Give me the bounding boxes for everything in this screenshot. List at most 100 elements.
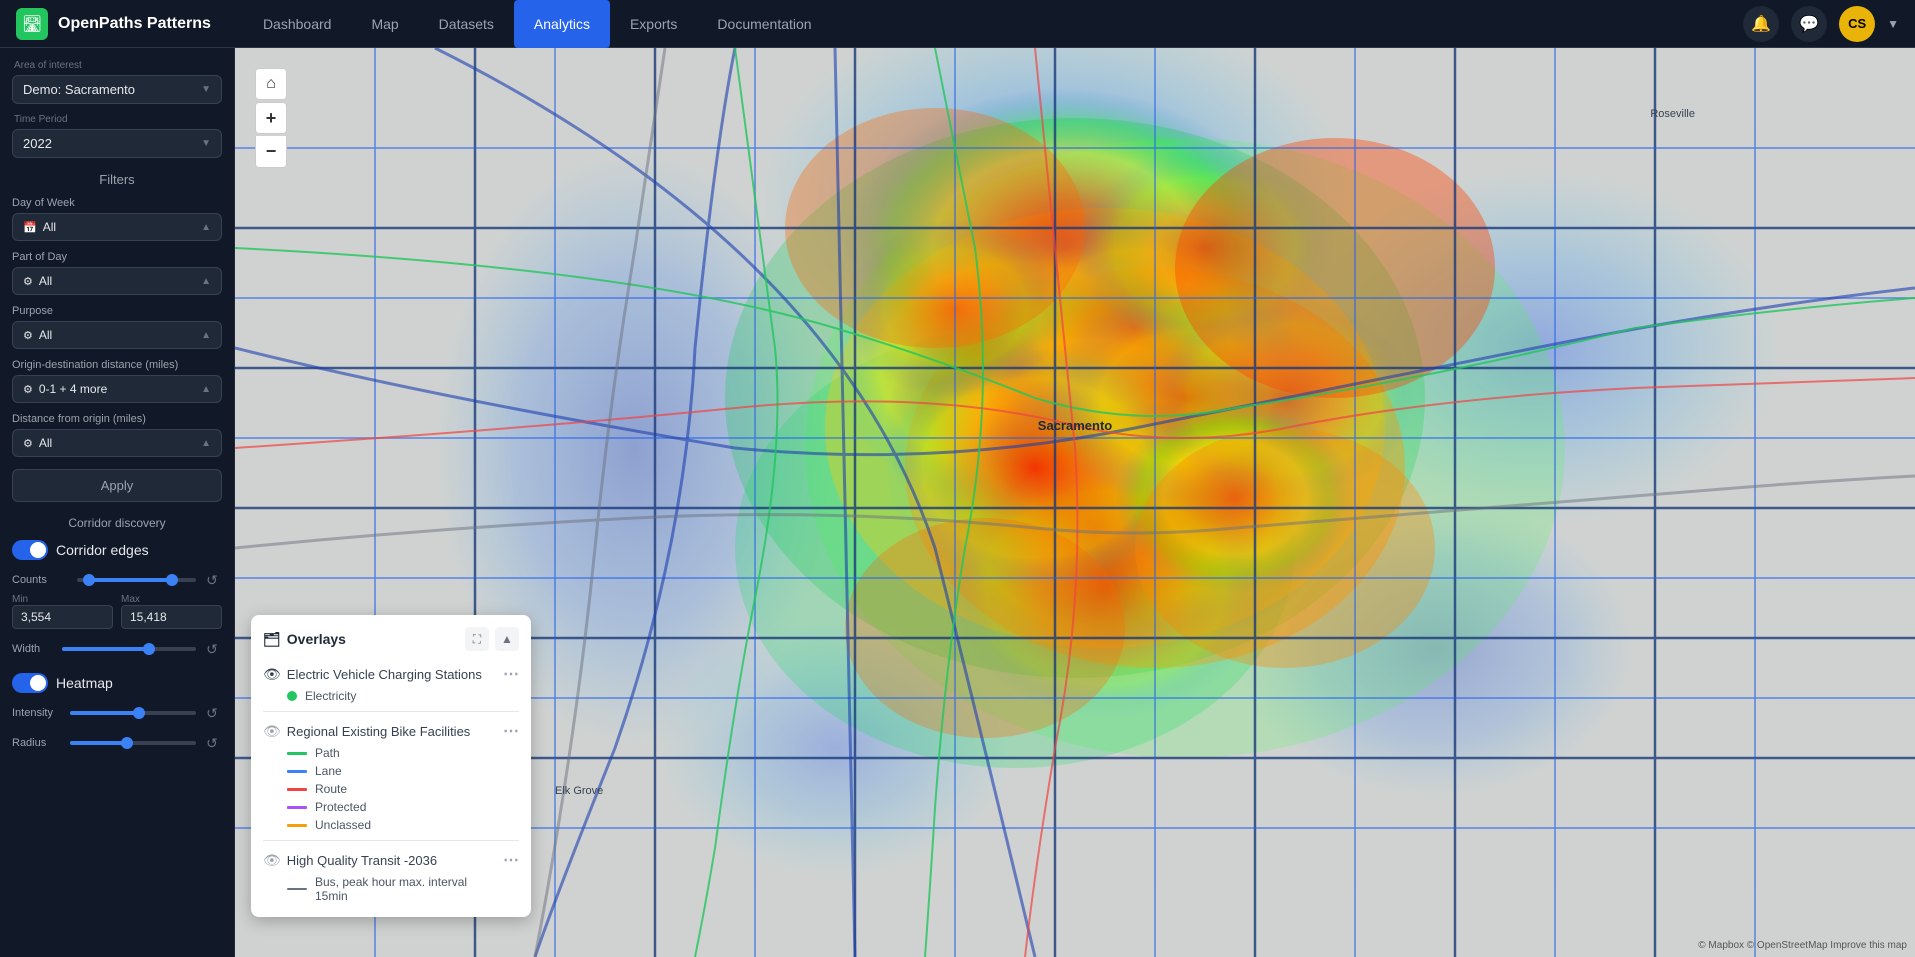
ev-eye-icon[interactable]: 👁 xyxy=(263,666,281,683)
counts-min-input[interactable] xyxy=(12,605,113,629)
nav-item-dashboard[interactable]: Dashboard xyxy=(243,0,352,48)
od-chevron-icon: ▲ xyxy=(201,384,211,395)
main-content: Area of interest Demo: Sacramento ▼ Time… xyxy=(0,48,1915,957)
user-avatar[interactable]: CS xyxy=(1839,6,1875,42)
unclassed-line xyxy=(287,824,307,827)
heatmap-row: Heatmap xyxy=(12,673,222,693)
bike-legend-route: Route xyxy=(263,780,519,798)
nav-item-exports[interactable]: Exports xyxy=(610,0,697,48)
lane-label: Lane xyxy=(315,764,342,778)
area-select[interactable]: Demo: Sacramento ▼ xyxy=(12,75,222,104)
overlays-collapse-button[interactable]: ▲ xyxy=(495,627,519,651)
part-of-day-label: Part of Day xyxy=(12,251,222,263)
time-label: Time Period xyxy=(12,114,222,125)
zoom-in-button[interactable]: + xyxy=(255,102,287,134)
home-button[interactable]: ⌂ xyxy=(255,68,287,100)
path-label: Path xyxy=(315,746,340,760)
corridor-discovery-title: Corridor discovery xyxy=(12,516,222,530)
user-dropdown-icon[interactable]: ▼ xyxy=(1887,17,1899,31)
map-area[interactable]: Roseville Sacramento Davis Elk Grove ⌂ +… xyxy=(235,48,1915,957)
bike-dots-icon[interactable]: ⋯ xyxy=(503,721,519,741)
intensity-range-track[interactable] xyxy=(70,711,196,715)
dist-from-origin-select[interactable]: ⚙All ▲ xyxy=(12,429,222,457)
counts-minmax: Min Max xyxy=(12,594,222,629)
time-select[interactable]: 2022 ▼ xyxy=(12,129,222,158)
intensity-refresh-button[interactable]: ↺ xyxy=(202,703,222,723)
day-of-week-select[interactable]: 📅All ▲ xyxy=(12,213,222,241)
counts-max-field: Max xyxy=(121,594,222,629)
width-refresh-button[interactable]: ↺ xyxy=(202,639,222,659)
origin-dest-select[interactable]: ⚙0-1 + 4 more ▲ xyxy=(12,375,222,403)
ev-dots-icon[interactable]: ⋯ xyxy=(503,664,519,684)
intensity-section: Intensity ↺ xyxy=(12,703,222,723)
overlay-ev-row: 👁 Electric Vehicle Charging Stations ⋯ xyxy=(263,661,519,687)
overlays-expand-button[interactable]: ⛶ xyxy=(465,627,489,651)
counts-min-label: Min xyxy=(12,594,113,605)
divider-2 xyxy=(263,840,519,841)
electricity-dot xyxy=(287,691,297,701)
width-range-track[interactable] xyxy=(62,647,196,651)
map-label-sacramento: Sacramento xyxy=(1038,418,1112,433)
width-label: Width xyxy=(12,643,56,655)
bike-legend-protected: Protected xyxy=(263,798,519,816)
logo[interactable]: 🛣 OpenPaths Patterns xyxy=(16,8,211,40)
dfo-chevron-icon: ▲ xyxy=(201,438,211,449)
purpose-field: Purpose ⚙All ▲ xyxy=(12,305,222,349)
counts-range-track[interactable] xyxy=(77,578,196,582)
corridor-edges-label: Corridor edges xyxy=(56,542,149,558)
origin-dest-label: Origin-destination distance (miles) xyxy=(12,359,222,371)
counts-label: Counts xyxy=(12,574,71,586)
nav-item-datasets[interactable]: Datasets xyxy=(419,0,514,48)
corridor-edges-toggle[interactable] xyxy=(12,540,48,560)
filter-icon-2: ⚙ xyxy=(23,329,33,342)
day-of-week-label: Day of Week xyxy=(12,197,222,209)
overlay-ev-left: 👁 Electric Vehicle Charging Stations xyxy=(263,666,482,683)
divider-1 xyxy=(263,711,519,712)
counts-max-input[interactable] xyxy=(121,605,222,629)
area-of-interest-field[interactable]: Area of interest Demo: Sacramento ▼ xyxy=(12,60,222,104)
dist-from-origin-label: Distance from origin (miles) xyxy=(12,413,222,425)
protected-line xyxy=(287,806,307,809)
area-chevron-icon: ▼ xyxy=(201,84,211,95)
overlay-bike-section: 👁 Regional Existing Bike Facilities ⋯ Pa… xyxy=(263,718,519,834)
width-section: Width ↺ xyxy=(12,639,222,659)
map-controls: ⌂ + − xyxy=(255,68,287,168)
radius-label: Radius xyxy=(12,737,64,749)
counts-max-label: Max xyxy=(121,594,222,605)
messages-button[interactable]: 💬 xyxy=(1791,6,1827,42)
overlays-title: 🗂 Overlays xyxy=(263,631,346,648)
bike-legend-path: Path xyxy=(263,744,519,762)
protected-label: Protected xyxy=(315,800,366,814)
part-of-day-select[interactable]: ⚙All ▲ xyxy=(12,267,222,295)
nav-item-analytics[interactable]: Analytics xyxy=(514,0,610,48)
area-label: Area of interest xyxy=(12,60,222,71)
radius-range-track[interactable] xyxy=(70,741,196,745)
nav-item-map[interactable]: Map xyxy=(351,0,418,48)
ev-charging-label: Electric Vehicle Charging Stations xyxy=(287,667,482,682)
part-of-day-field: Part of Day ⚙All ▲ xyxy=(12,251,222,295)
counts-refresh-button[interactable]: ↺ xyxy=(202,570,222,590)
apply-button[interactable]: Apply xyxy=(12,469,222,502)
purpose-label: Purpose xyxy=(12,305,222,317)
purpose-select[interactable]: ⚙All ▲ xyxy=(12,321,222,349)
heatmap-toggle[interactable] xyxy=(12,673,48,693)
nav-item-documentation[interactable]: Documentation xyxy=(697,0,831,48)
transit-label: High Quality Transit -2036 xyxy=(287,853,437,868)
bike-eye-icon[interactable]: 👁 xyxy=(263,723,281,740)
day-of-week-field: Day of Week 📅All ▲ xyxy=(12,197,222,241)
path-line xyxy=(287,752,307,755)
radius-refresh-button[interactable]: ↺ xyxy=(202,733,222,753)
route-label: Route xyxy=(315,782,347,796)
transit-dots-icon[interactable]: ⋯ xyxy=(503,850,519,870)
overlays-header: 🗂 Overlays ⛶ ▲ xyxy=(263,627,519,651)
filter-icon-3: ⚙ xyxy=(23,383,33,396)
logo-icon: 🛣 xyxy=(16,8,48,40)
route-line xyxy=(287,788,307,791)
zoom-out-button[interactable]: − xyxy=(255,136,287,168)
ev-legend: Electricity xyxy=(263,687,519,705)
time-period-field[interactable]: Time Period 2022 ▼ xyxy=(12,114,222,158)
bus-line xyxy=(287,888,307,890)
overlay-transit-row: 👁 High Quality Transit -2036 ⋯ xyxy=(263,847,519,873)
transit-eye-icon[interactable]: 👁 xyxy=(263,852,281,869)
notifications-button[interactable]: 🔔 xyxy=(1743,6,1779,42)
